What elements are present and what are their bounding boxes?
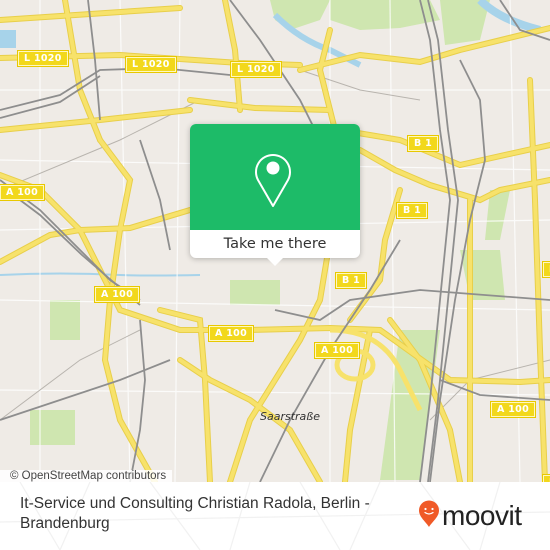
road-label-b1: B 1 <box>397 203 428 218</box>
moovit-pin-icon <box>418 500 440 532</box>
road-label-a100: A 100 <box>95 287 139 302</box>
road-label-b1: B 1 <box>336 273 367 288</box>
place-label-saarstrasse: Saarstraße <box>260 410 320 423</box>
popup-header <box>190 124 360 230</box>
road-label-b1: B 1 <box>543 262 550 277</box>
road-label-a100: A 100 <box>209 326 253 341</box>
map-attribution[interactable]: © OpenStreetMap contributors <box>0 470 173 482</box>
road-label-l1020: L 1020 <box>231 62 281 77</box>
destination-popup: Take me there <box>190 124 360 266</box>
road-label-l1020: L 1020 <box>126 57 176 72</box>
place-title: It-Service und Consulting Christian Rado… <box>20 495 370 532</box>
road-label-a100: A 100 <box>0 185 44 200</box>
road-label-b1: B 1 <box>408 136 439 151</box>
map-view[interactable]: L 1020 L 1020 L 1020 A 100 A 100 A 100 A… <box>0 0 550 482</box>
road-label-l1020: L 1020 <box>18 51 68 66</box>
take-me-there-button[interactable]: Take me there <box>190 230 360 258</box>
road-label-a100: A 100 <box>315 343 359 358</box>
moovit-wordmark: moovit <box>442 500 522 531</box>
road-label-a100: A 100 <box>491 402 535 417</box>
road-label-b1: B 1 <box>543 475 550 482</box>
footer: It-Service und Consulting Christian Rado… <box>0 482 550 550</box>
moovit-logo[interactable]: moovit <box>418 500 522 532</box>
lake <box>0 30 16 48</box>
popup-pointer <box>267 258 283 266</box>
